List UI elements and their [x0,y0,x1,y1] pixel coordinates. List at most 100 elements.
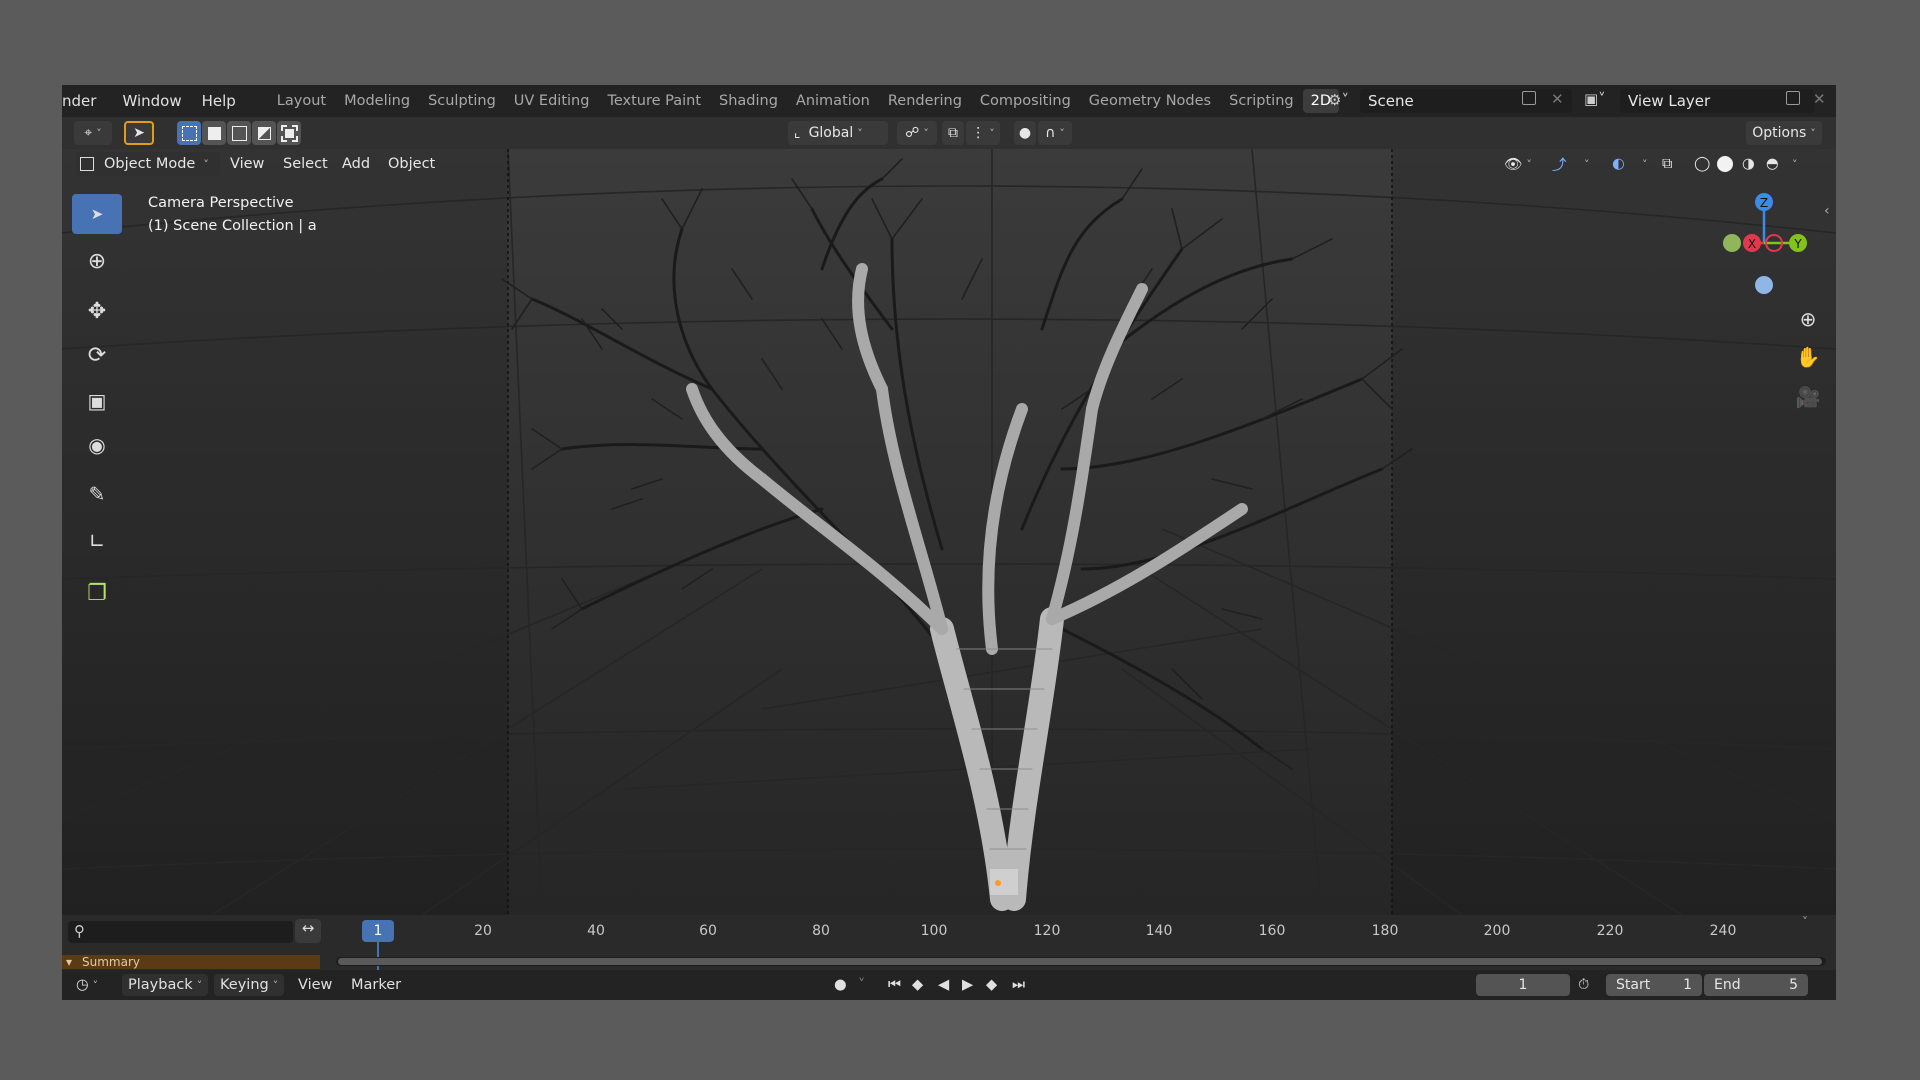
camera-view-icon[interactable]: 🎥 [1793,382,1823,412]
timeline-search-field[interactable]: ⚲ [68,921,293,943]
marker-menu[interactable]: Marker [351,974,401,996]
menu-help[interactable]: Help [194,92,244,110]
options-label: Options [1752,125,1807,141]
record-keyframe-icon[interactable]: ● [834,974,847,996]
select-mode-extend-button[interactable] [202,121,226,145]
tab-texture-paint[interactable]: Texture Paint [598,93,710,109]
current-frame-field[interactable]: 1 [1476,974,1570,996]
annotate-tool[interactable]: ✎ [72,474,122,514]
viewport-header: Object Mode ˅ View Select Add Object 👁 ˅ … [62,149,1836,179]
viewport-menu-add[interactable]: Add [342,152,370,176]
3d-viewport[interactable]: Object Mode ˅ View Select Add Object 👁 ˅ … [62,149,1836,915]
scene-field[interactable]: Scene [1360,89,1572,113]
scene-selector-icon[interactable]: ⚙˅ [1328,91,1349,109]
select-tool-button[interactable]: ➤ [124,121,154,145]
select-mode-new-button[interactable] [177,121,201,145]
move-tool[interactable]: ✥ [72,291,122,331]
view-layer-field[interactable]: View Layer [1620,89,1814,113]
transform-orientation-dropdown[interactable]: ⌞ Global ˅ [788,121,888,145]
tab-uv-editing[interactable]: UV Editing [505,93,599,109]
tab-shading[interactable]: Shading [710,93,787,109]
tab-rendering[interactable]: Rendering [879,93,971,109]
pivot-point-dropdown[interactable]: ☍ ˅ [897,121,937,145]
end-frame-field[interactable]: End 5 [1704,974,1808,996]
new-view-layer-icon[interactable] [1786,91,1800,105]
navigation-gizmo[interactable]: Z X Y [1712,187,1822,297]
swap-arrows-icon[interactable]: ↔ [295,919,321,943]
timeline-collapse-chevron-icon[interactable]: ˅ [1802,915,1808,929]
snap-target-dropdown[interactable]: ⋮ ˅ [966,121,1000,145]
prev-keyframe-icon[interactable]: ◆ [912,974,923,996]
current-frame-indicator[interactable]: 1 [362,920,394,942]
viewport-menu-object[interactable]: Object [388,152,435,176]
jump-end-icon[interactable]: ⏭ [1012,974,1025,996]
playback-menu[interactable]: Playback ˅ [122,974,209,996]
scale-tool[interactable]: ▣ [72,381,122,421]
timeline-area[interactable]: ⚲ ↔ 1 20 40 60 80 100 120 140 160 180 20… [62,915,1836,970]
menu-render[interactable]: nder [62,92,104,110]
play-icon[interactable]: ▶ [962,974,973,996]
select-mode-intersect-button[interactable] [277,121,301,145]
close-scene-icon[interactable]: ✕ [1551,90,1564,108]
view-layer-icon[interactable]: ▣˅ [1584,90,1606,108]
shading-solid-icon[interactable] [1717,152,1733,176]
cursor-tool[interactable]: ⊕ [72,241,122,281]
tab-scripting[interactable]: Scripting [1220,93,1302,109]
next-keyframe-icon[interactable]: ◆ [986,974,997,996]
proportional-falloff-dropdown[interactable]: ∩ ˅ [1038,121,1072,145]
menu-window[interactable]: Window [114,92,189,110]
proportional-edit-button[interactable]: ● [1014,121,1036,145]
start-frame-field[interactable]: Start 1 [1606,974,1702,996]
snap-toggle-button[interactable]: ⧉ [942,121,964,145]
tab-sculpting[interactable]: Sculpting [419,93,505,109]
overlays-toggle-icon[interactable]: ◐ [1612,152,1625,176]
auto-key-dropdown-icon[interactable]: ˅ [858,974,865,996]
close-view-layer-icon[interactable]: ✕ [1813,90,1826,108]
timeline-scrollbar-thumb[interactable] [338,958,1822,965]
zoom-icon[interactable]: ⊕ [1793,304,1823,334]
tab-modeling[interactable]: Modeling [335,93,419,109]
viewport-menu-select[interactable]: Select [283,152,328,176]
select-mode-subtract-button[interactable] [227,121,251,145]
timeline-scrollbar[interactable] [336,957,1826,966]
gizmo-dropdown-icon[interactable]: ˅ [1580,152,1590,176]
shading-rendered-icon[interactable]: ◓ [1766,152,1779,176]
sidebar-toggle-chevron-icon[interactable]: ‹ [1824,203,1830,219]
tab-animation[interactable]: Animation [787,93,879,109]
overlays-dropdown-icon[interactable]: ˅ [1638,152,1648,176]
gizmo-z-label: Z [1760,196,1768,210]
transform-pivot-button[interactable]: ⌖ ˅ [74,121,112,145]
select-box-tool[interactable]: ➤ [72,194,122,234]
transform-tool[interactable]: ◉ [72,425,122,465]
shading-wireframe-icon[interactable]: ◯ [1694,152,1710,176]
shading-material-icon[interactable]: ◑ [1742,152,1755,176]
tab-geometry-nodes[interactable]: Geometry Nodes [1080,93,1220,109]
rotate-tool[interactable]: ⟳ [72,335,122,375]
play-reverse-icon[interactable]: ◀ [938,974,949,996]
tab-layout[interactable]: Layout [268,93,335,109]
visibility-eye-icon[interactable]: 👁 ˅ [1504,152,1532,176]
viewport-menu-view[interactable]: View [230,152,264,176]
new-scene-icon[interactable] [1522,91,1536,105]
preview-range-clock-icon[interactable]: ⏱ [1578,974,1589,996]
measure-tool[interactable]: ∟ [72,521,122,561]
pan-hand-icon[interactable]: ✋ [1793,342,1823,372]
gizmo-toggle-icon[interactable]: ⤴ [1552,152,1567,176]
timeline-view-menu[interactable]: View [298,974,332,996]
chevron-down-icon: ˅ [196,978,203,992]
select-mode-invert-button[interactable] [252,121,276,145]
keying-menu[interactable]: Keying ˅ [214,974,285,996]
jump-start-icon[interactable]: ⏮ [888,974,901,996]
summary-channel[interactable]: ▾ Summary [62,955,320,969]
options-dropdown[interactable]: Options ˅ [1746,121,1822,145]
camera-perspective-label: Camera Perspective [148,195,294,211]
object-mode-dropdown[interactable]: Object Mode ˅ [76,152,220,176]
xray-toggle-icon[interactable]: ⧉ [1662,152,1672,176]
shading-dropdown-icon[interactable]: ˅ [1788,152,1798,176]
current-frame-value: 1 [1518,977,1528,993]
editor-type-clock-icon[interactable]: ◷ ˅ [76,974,98,996]
frame-label: 220 [1596,923,1624,939]
add-cube-tool[interactable]: ❐ [72,573,122,613]
tab-compositing[interactable]: Compositing [971,93,1080,109]
chevron-down-icon: ˅ [203,157,209,171]
